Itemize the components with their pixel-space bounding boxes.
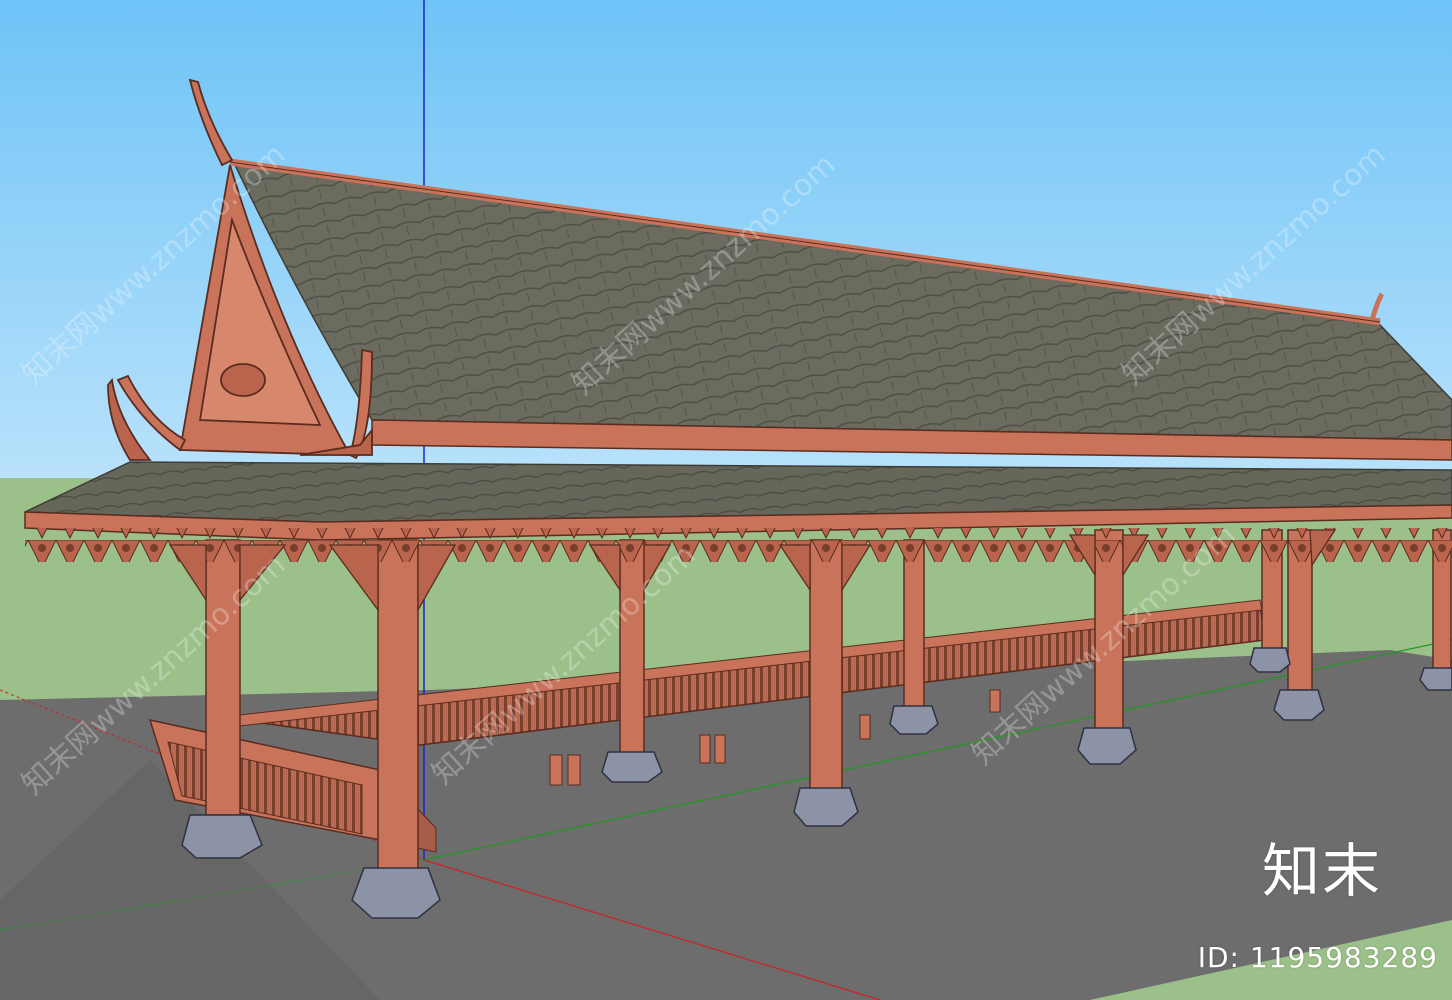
- watermark-id: ID: 1195983289: [1197, 941, 1438, 974]
- eave-fringe: [25, 528, 1452, 562]
- watermark-logo: 知末: [1261, 837, 1382, 905]
- model-canvas: [0, 0, 1452, 1000]
- sketchup-viewport[interactable]: 知末网www.znzmo.com 知末网www.znzmo.com 知末网www…: [0, 0, 1452, 1000]
